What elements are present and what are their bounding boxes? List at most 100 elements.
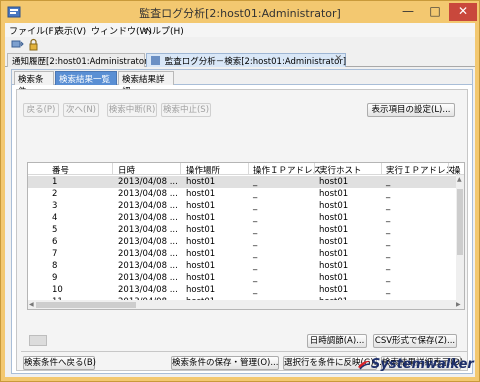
table-cell: host01 [186, 189, 216, 199]
table-cell: _ [386, 225, 391, 235]
column-header[interactable]: 番号 [52, 164, 69, 176]
menu-file[interactable]: ファイル(F) [9, 24, 57, 37]
table-cell: host01 [319, 273, 349, 283]
table-cell: 5 [52, 225, 58, 235]
title-bar[interactable]: 監査ログ分析[2:host01:Administrator] — □ ✕ [1, 1, 479, 23]
table-cell: host01 [319, 189, 349, 199]
horizontal-scroll-thumb[interactable] [36, 302, 136, 308]
table-cell: 2013/04/08 ... [118, 177, 178, 187]
table-cell: 4 [52, 213, 58, 223]
table-cell: 2013/04/08 ... [118, 225, 178, 235]
close-button[interactable]: ✕ [449, 3, 477, 21]
time-adjust-button[interactable]: 日時調節(A)... [307, 334, 367, 348]
table-cell: 2013/04/08 ... [118, 249, 178, 259]
table-row[interactable]: 10 2013/04/08 ... host01 _ host01 _ [28, 284, 458, 296]
table-cell: host01 [319, 261, 349, 271]
connect-icon[interactable] [11, 38, 24, 51]
tab-close-icon[interactable]: ✕ [334, 54, 342, 64]
menu-help[interactable]: ヘルプ(H) [143, 24, 184, 37]
table-cell: host01 [186, 237, 216, 247]
horizontal-scrollbar[interactable]: ◀ ▶ [28, 300, 464, 309]
column-header[interactable]: 操作ＩＰアドレス [253, 164, 321, 176]
tab-search-conditions[interactable]: 検索条件 [14, 71, 54, 97]
table-cell: host01 [186, 225, 216, 235]
table-cell: _ [386, 177, 391, 187]
tab-search-results-detail[interactable]: 検索結果詳細 [118, 71, 174, 97]
table-cell: _ [386, 285, 391, 295]
table-cell: _ [386, 201, 391, 211]
table-cell: _ [253, 225, 258, 235]
lock-icon[interactable] [27, 38, 40, 51]
maximize-button[interactable]: □ [422, 3, 448, 21]
table-row[interactable]: 6 2013/04/08 ... host01 _ host01 _ [28, 236, 458, 248]
table-cell: host01 [319, 249, 349, 259]
table-cell: 2013/04/08 ... [118, 261, 178, 271]
back-button[interactable]: 戻る(P) [23, 103, 59, 117]
column-separator[interactable] [248, 163, 249, 175]
vertical-scroll-thumb[interactable] [457, 189, 463, 255]
table-cell: _ [253, 285, 258, 295]
table-cell: 3 [52, 201, 58, 211]
minimize-button[interactable]: — [395, 3, 421, 21]
save-manage-conditions-button[interactable]: 検索条件の保存・管理(O)... [171, 356, 279, 370]
column-separator[interactable] [112, 163, 113, 175]
table-row[interactable]: 9 2013/04/08 ... host01 _ host01 _ [28, 272, 458, 284]
interrupt-search-button[interactable]: 検索中断(R) [107, 103, 157, 117]
column-header[interactable]: 実行ＩＰアドレス [386, 164, 454, 176]
table-row[interactable]: 3 2013/04/08 ... host01 _ host01 _ [28, 200, 458, 212]
column-header[interactable]: 操作場所 [186, 164, 220, 176]
client-area: ファイル(F) 表示(V) ウィンドウ(W) ヘルプ(H) 通知履歴[2:hos… [5, 23, 475, 377]
table-cell: host01 [186, 177, 216, 187]
results-area: 戻る(P) 次へ(N) 検索中断(R) 検索中止(S) 表示項目の設定(L)..… [16, 89, 468, 371]
column-separator[interactable] [448, 163, 449, 175]
next-button[interactable]: 次へ(N) [63, 103, 99, 117]
table-row[interactable]: 8 2013/04/08 ... host01 _ host01 _ [28, 260, 458, 272]
status-indicator [29, 335, 47, 346]
scroll-up-icon[interactable]: ▲ [457, 176, 462, 183]
column-separator[interactable] [381, 163, 382, 175]
column-separator[interactable] [180, 163, 181, 175]
tab-search-results-list[interactable]: 検索結果一覧 [55, 71, 117, 85]
table-row[interactable]: 5 2013/04/08 ... host01 _ host01 _ [28, 224, 458, 236]
table-cell: host01 [319, 285, 349, 295]
table-cell: 2013/04/08 ... [118, 189, 178, 199]
table-row[interactable]: 7 2013/04/08 ... host01 _ host01 _ [28, 248, 458, 260]
results-table: 番号 日時 操作場所 操作ＩＰアドレス 実行ホスト 実行ＩＰアドレス 操 1 2… [27, 162, 465, 310]
save-csv-button[interactable]: CSV形式で保存(Z)... [373, 334, 457, 348]
main-window: 監査ログ分析[2:host01:Administrator] — □ ✕ ファイ… [0, 0, 480, 382]
vertical-scrollbar[interactable]: ▲ [456, 175, 464, 303]
table-cell: _ [253, 261, 258, 271]
column-header[interactable]: 日時 [118, 164, 135, 176]
table-cell: 10 [52, 285, 63, 295]
table-cell: _ [386, 237, 391, 247]
table-cell: host01 [186, 261, 216, 271]
menu-bar: ファイル(F) 表示(V) ウィンドウ(W) ヘルプ(H) [5, 23, 475, 37]
table-cell: _ [253, 177, 258, 187]
logo-swoosh-icon [358, 360, 371, 370]
table-cell: host01 [186, 249, 216, 259]
tab-notification-history[interactable]: 通知履歴[2:host01:Administrator] [7, 53, 151, 67]
table-row[interactable]: 2 2013/04/08 ... host01 _ host01 _ [28, 188, 458, 200]
search-tab-icon [151, 56, 160, 65]
tab-label: 通知履歴[2:host01:Administrator] [12, 57, 151, 67]
divider [21, 351, 467, 352]
table-cell: 2013/04/08 ... [118, 273, 178, 283]
display-settings-button[interactable]: 表示項目の設定(L)... [367, 103, 455, 117]
stop-search-button[interactable]: 検索中止(S) [161, 103, 211, 117]
menu-view[interactable]: 表示(V) [55, 24, 86, 37]
table-cell: host01 [186, 273, 216, 283]
column-header[interactable]: 実行ホスト [319, 164, 362, 176]
table-cell: _ [253, 201, 258, 211]
table-row[interactable]: 4 2013/04/08 ... host01 _ host01 _ [28, 212, 458, 224]
back-to-conditions-button[interactable]: 検索条件へ戻る(B) [23, 356, 96, 370]
column-separator[interactable] [314, 163, 315, 175]
scroll-right-icon[interactable]: ▶ [456, 301, 461, 308]
scroll-left-icon[interactable]: ◀ [29, 301, 34, 308]
table-cell: _ [253, 213, 258, 223]
table-cell: 2013/04/08 ... [118, 285, 178, 295]
tab-audit-log-search[interactable]: 監査ログ分析－検索[2:host01:Administrator] ✕ [146, 53, 346, 67]
table-cell: 2013/04/08 ... [118, 237, 178, 247]
table-cell: _ [253, 273, 258, 283]
table-row[interactable]: 1 2013/04/08 ... host01 _ host01 _ [28, 176, 458, 188]
table-cell: _ [386, 261, 391, 271]
